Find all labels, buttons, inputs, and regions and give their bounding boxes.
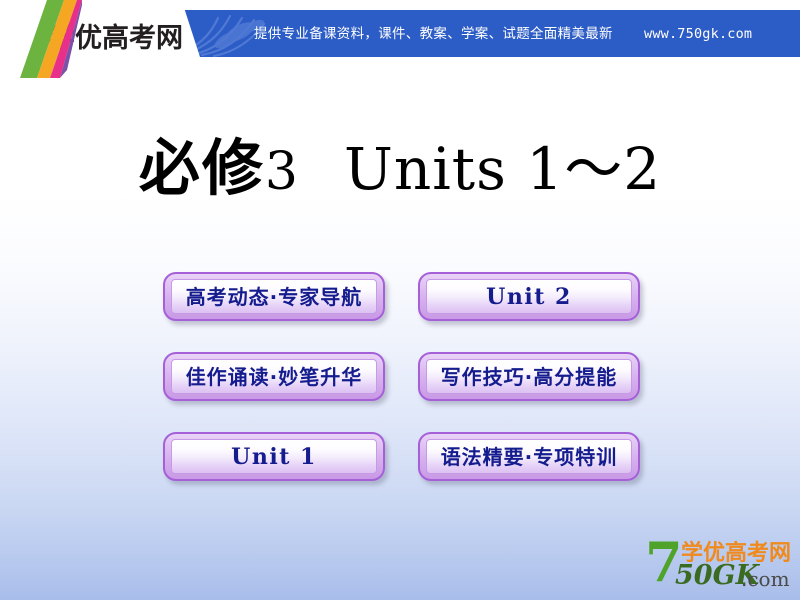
nav-button-unit-1[interactable]: Unit 1 <box>163 432 385 481</box>
nav-button-xiezuo-jiqiao[interactable]: 写作技巧·高分提能 <box>418 352 640 401</box>
nav-button-face: 写作技巧·高分提能 <box>426 359 632 394</box>
nav-button-label: Unit 2 <box>486 283 572 310</box>
svg-text:.com: .com <box>741 567 790 590</box>
nav-button-label: 写作技巧·高分提能 <box>440 364 618 389</box>
nav-button-label: 语法精要·专项特训 <box>440 444 618 469</box>
nav-button-label: 佳作诵读·妙笔升华 <box>185 364 363 389</box>
nav-button-label: Unit 1 <box>231 443 317 470</box>
navigation-button-grid: 高考动态·专家导航 Unit 2 佳作诵读·妙笔升华 写作技巧·高分提能 Uni… <box>0 0 800 600</box>
nav-button-label: 高考动态·专家导航 <box>185 284 363 309</box>
slide-canvas: 学优高考网 提供专业备课资料，课件、教案、学案、试题全面精美最新 www.750… <box>0 0 800 600</box>
nav-button-face: Unit 1 <box>171 439 377 474</box>
corner-watermark-logo: 7 学优高考网 50GK .com <box>645 534 795 590</box>
nav-button-jiazuo-songdu[interactable]: 佳作诵读·妙笔升华 <box>163 352 385 401</box>
brand-stripes-icon <box>20 0 82 78</box>
nav-button-face: 高考动态·专家导航 <box>171 279 377 314</box>
nav-button-unit-2[interactable]: Unit 2 <box>418 272 640 321</box>
nav-button-yufa-jingyao[interactable]: 语法精要·专项特训 <box>418 432 640 481</box>
nav-button-gaokao-dongtai[interactable]: 高考动态·专家导航 <box>163 272 385 321</box>
banner-tagline-text: 提供专业备课资料，课件、教案、学案、试题全面精美最新 <box>254 26 613 42</box>
nav-button-face: Unit 2 <box>426 279 632 314</box>
nav-button-face: 语法精要·专项特训 <box>426 439 632 474</box>
banner-tagline: 提供专业备课资料，课件、教案、学案、试题全面精美最新 www.750gk.com <box>254 22 752 42</box>
nav-button-face: 佳作诵读·妙笔升华 <box>171 359 377 394</box>
banner-url-text: www.750gk.com <box>644 26 753 42</box>
